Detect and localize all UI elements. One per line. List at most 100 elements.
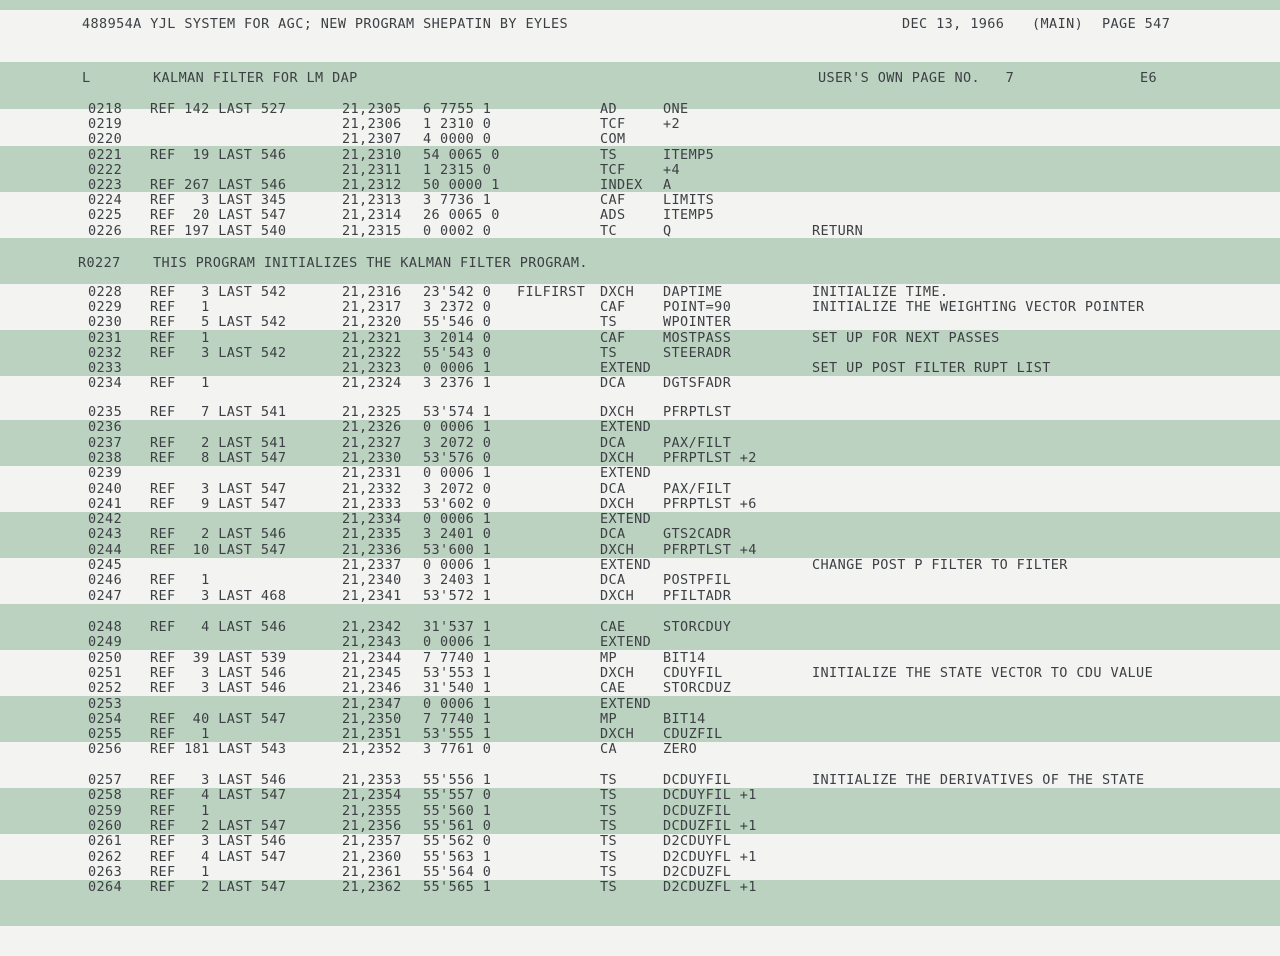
opcode: TCF xyxy=(600,116,626,133)
operand: PFRPTLST +4 xyxy=(663,541,757,558)
opcode: DXCH xyxy=(600,664,635,681)
operand: MOSTPASS xyxy=(663,329,732,346)
machine-word: 6 7755 1 xyxy=(423,101,492,117)
line-number: 0249 xyxy=(88,634,123,651)
address: 21,2340 xyxy=(342,572,402,589)
reference: REF 4 LAST 546 xyxy=(150,619,287,635)
operand: ZERO xyxy=(663,741,698,758)
line-number: 0260 xyxy=(88,817,123,834)
line-number: 0238 xyxy=(88,449,123,466)
opcode: TS xyxy=(600,802,618,819)
operand: CDUYFIL xyxy=(663,664,723,681)
machine-word: 0 0006 1 xyxy=(423,634,492,651)
machine-word: 31'540 1 xyxy=(423,680,492,697)
reference: REF 2 LAST 547 xyxy=(150,879,287,896)
machine-word: 3 2401 0 xyxy=(423,526,492,543)
address: 21,2362 xyxy=(342,879,402,896)
reference: REF 40 LAST 547 xyxy=(150,710,287,727)
machine-word: 0 0006 1 xyxy=(423,695,492,712)
opcode: DXCH xyxy=(600,449,635,466)
reference: REF 5 LAST 542 xyxy=(150,314,287,331)
operand: PFRPTLST xyxy=(663,404,732,420)
operand: D2CDUZFL +1 xyxy=(663,879,757,896)
reference: REF 142 LAST 527 xyxy=(150,101,287,117)
address: 21,2325 xyxy=(342,404,402,420)
reference: REF 20 LAST 547 xyxy=(150,207,287,224)
line-number: 0224 xyxy=(88,192,123,209)
opcode: TS xyxy=(600,344,618,361)
opcode: DCA xyxy=(600,572,626,589)
address: 21,2347 xyxy=(342,695,402,712)
operand: LIMITS xyxy=(663,192,715,209)
address: 21,2344 xyxy=(342,649,402,666)
reference: REF 2 LAST 547 xyxy=(150,817,287,834)
machine-word: 55'557 0 xyxy=(423,787,492,804)
opcode: TS xyxy=(600,863,618,880)
address: 21,2317 xyxy=(342,299,402,316)
reference: REF 3 LAST 547 xyxy=(150,480,287,497)
opcode: INDEX xyxy=(600,177,643,193)
opcode: TCF xyxy=(600,161,626,178)
address: 21,2345 xyxy=(342,664,402,681)
address: 21,2354 xyxy=(342,787,402,804)
address: 21,2314 xyxy=(342,207,402,224)
machine-word: 3 7736 1 xyxy=(423,192,492,209)
header-section: (MAIN) xyxy=(1032,16,1084,32)
address: 21,2323 xyxy=(342,360,402,376)
machine-word: 3 2072 0 xyxy=(423,434,492,451)
line-number: 0221 xyxy=(88,146,123,163)
address: 21,2326 xyxy=(342,419,402,436)
machine-word: 53'600 1 xyxy=(423,541,492,558)
opcode: EXTEND xyxy=(600,511,652,528)
reference: REF 4 LAST 547 xyxy=(150,787,287,804)
opcode: MP xyxy=(600,649,618,666)
address: 21,2320 xyxy=(342,314,402,331)
address: 21,2330 xyxy=(342,449,402,466)
comment: INITIALIZE THE STATE VECTOR TO CDU VALUE xyxy=(812,664,1154,681)
opcode: CA xyxy=(600,741,618,758)
reference: REF 7 LAST 541 xyxy=(150,404,287,420)
operand: DGTSFADR xyxy=(663,375,732,392)
machine-word: 1 2310 0 xyxy=(423,116,492,133)
reference: REF 10 LAST 547 xyxy=(150,541,287,558)
operand: STORCDUY xyxy=(663,619,732,635)
machine-word: 3 2403 1 xyxy=(423,572,492,589)
machine-word: 55'562 0 xyxy=(423,833,492,850)
line-number: 0255 xyxy=(88,726,123,743)
operand: DAPTIME xyxy=(663,284,723,300)
reference: REF 9 LAST 547 xyxy=(150,495,287,512)
operand: BIT14 xyxy=(663,649,706,666)
line-number: 0234 xyxy=(88,375,123,392)
address: 21,2335 xyxy=(342,526,402,543)
operand: ITEMP5 xyxy=(663,207,715,224)
line-number: 0232 xyxy=(88,344,123,361)
opcode: DXCH xyxy=(600,541,635,558)
opcode: TS xyxy=(600,879,618,896)
machine-word: 0 0006 1 xyxy=(423,419,492,436)
reference: REF 267 LAST 546 xyxy=(150,177,287,193)
reference: REF 197 LAST 540 xyxy=(150,222,287,239)
machine-word: 53'602 0 xyxy=(423,495,492,512)
line-number: 0251 xyxy=(88,664,123,681)
address: 21,2321 xyxy=(342,329,402,346)
opcode: DXCH xyxy=(600,726,635,743)
operand: DCDUZFIL xyxy=(663,802,732,819)
operand: WPOINTER xyxy=(663,314,732,331)
comment: RETURN xyxy=(812,222,864,239)
line-number: 0244 xyxy=(88,541,123,558)
operand: PAX/FILT xyxy=(663,480,732,497)
machine-word: 31'537 1 xyxy=(423,619,492,635)
machine-word: 53'572 1 xyxy=(423,587,492,604)
address: 21,2306 xyxy=(342,116,402,133)
address: 21,2356 xyxy=(342,817,402,834)
address: 21,2307 xyxy=(342,131,402,148)
comment: CHANGE POST P FILTER TO FILTER xyxy=(812,557,1068,573)
reference: REF 1 xyxy=(150,572,210,589)
opcode: MP xyxy=(600,710,618,727)
header-date: DEC 13, 1966 xyxy=(902,16,1005,32)
line-number: 0220 xyxy=(88,131,123,148)
machine-word: 23'542 0 xyxy=(423,284,492,300)
operand: STEERADR xyxy=(663,344,732,361)
machine-word: 55'563 1 xyxy=(423,848,492,865)
opcode: CAE xyxy=(600,680,626,697)
